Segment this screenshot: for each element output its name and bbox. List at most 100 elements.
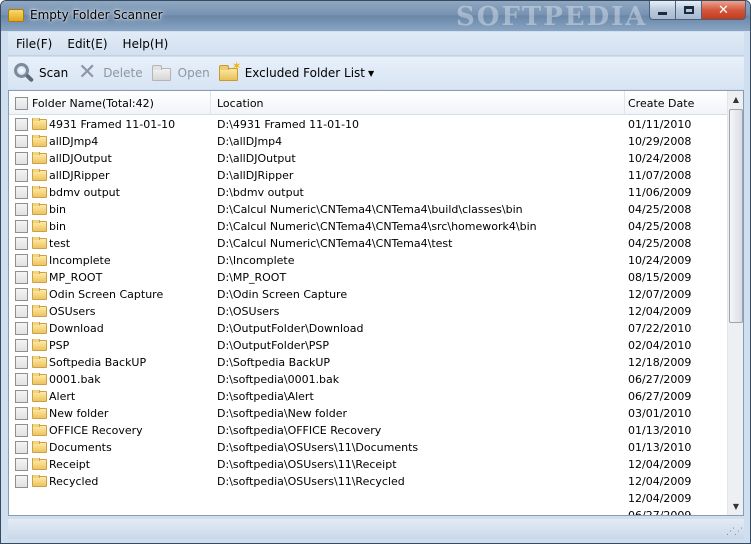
list-item[interactable]: MP_ROOT D:\MP_ROOT 08/15/2009 — [9, 269, 728, 286]
row-checkbox[interactable] — [15, 390, 28, 403]
folder-icon — [32, 237, 47, 249]
list-item[interactable]: 12/04/2009 — [9, 490, 728, 507]
list-item[interactable]: allDJOutput D:\allDJOutput 10/24/2008 — [9, 150, 728, 167]
row-checkbox[interactable] — [15, 373, 28, 386]
location-cell: D:\softpedia\Alert — [217, 390, 314, 403]
row-checkbox[interactable] — [15, 237, 28, 250]
row-checkbox[interactable] — [15, 356, 28, 369]
row-checkbox[interactable] — [15, 118, 28, 131]
minimize-button[interactable] — [649, 1, 676, 20]
list-item[interactable]: OSUsers D:\OSUsers 12/04/2009 — [9, 303, 728, 320]
folder-name-cell: Softpedia BackUP — [9, 356, 211, 369]
date-cell: 01/13/2010 — [628, 424, 692, 437]
list-item[interactable]: Documents D:\softpedia\OSUsers\11\Documen… — [9, 439, 728, 456]
delete-button[interactable]: ✕ Delete — [72, 59, 146, 87]
open-button[interactable]: Open — [147, 59, 214, 87]
folder-name-cell: Documents — [9, 441, 211, 454]
list-item[interactable]: New folder D:\softpedia\New folder 03/01/2… — [9, 405, 728, 422]
maximize-button[interactable] — [676, 1, 702, 20]
folder-icon — [32, 305, 47, 317]
list-item[interactable]: bin D:\Calcul Numeric\CNTema4\CNTema4\src… — [9, 218, 728, 235]
select-all-checkbox[interactable] — [15, 96, 28, 110]
date-cell: 12/07/2009 — [628, 288, 692, 301]
scan-button[interactable]: Scan — [8, 59, 72, 87]
location-cell: D:\Softpedia BackUP — [217, 356, 331, 369]
close-icon: ✕ — [718, 2, 729, 18]
folder-name-cell: allDJOutput — [9, 152, 211, 165]
row-checkbox[interactable] — [15, 288, 28, 301]
row-checkbox[interactable] — [15, 424, 28, 437]
scroll-up-icon[interactable]: ▲ — [728, 91, 743, 108]
title-bar[interactable]: Empty Folder Scanner SOFTPEDIA ✕ — [1, 1, 750, 32]
row-checkbox[interactable] — [15, 186, 28, 199]
list-item[interactable]: bdmv output D:\bdmv output 11/06/2009 — [9, 184, 728, 201]
menu-file[interactable]: File(F) — [8, 37, 59, 51]
folder-app-icon — [8, 9, 24, 22]
list-item[interactable]: 4931 Framed 11-01-10 D:\4931 Framed 11-01… — [9, 116, 728, 133]
scrollbar-thumb[interactable] — [729, 109, 743, 323]
close-button[interactable]: ✕ — [702, 1, 746, 20]
list-item[interactable]: test D:\Calcul Numeric\CNTema4\CNTema4\te… — [9, 235, 728, 252]
folder-name: OFFICE Recovery — [49, 424, 143, 437]
list-item[interactable]: Odin Screen Capture D:\Odin Screen Captur… — [9, 286, 728, 303]
excluded-folder-list-button[interactable]: ✶ Excluded Folder List ▼ — [214, 59, 378, 87]
folder-name-cell: Recycled — [9, 475, 211, 488]
row-checkbox[interactable] — [15, 152, 28, 165]
folder-icon — [32, 135, 47, 147]
folder-icon — [32, 271, 47, 283]
row-checkbox[interactable] — [15, 271, 28, 284]
folder-name-cell: OSUsers — [9, 305, 211, 318]
vertical-scrollbar[interactable]: ▲ ▼ — [727, 91, 743, 515]
menu-edit[interactable]: Edit(E) — [59, 37, 114, 51]
column-header-location[interactable]: Location — [211, 91, 625, 115]
column-date-label: Create Date — [628, 96, 695, 110]
row-checkbox[interactable] — [15, 254, 28, 267]
row-checkbox[interactable] — [15, 220, 28, 233]
resize-grip-icon[interactable]: ⋰⋰ — [726, 527, 743, 537]
scroll-down-icon[interactable]: ▼ — [728, 498, 743, 515]
list-item[interactable]: 0001.bak D:\softpedia\0001.bak 06/27/2009 — [9, 371, 728, 388]
folder-list[interactable]: Folder Name(Total:42) Location Create Da… — [8, 90, 744, 516]
list-item[interactable]: Recycled D:\softpedia\OSUsers\11\Recycled… — [9, 473, 728, 490]
row-checkbox[interactable] — [15, 339, 28, 352]
folder-name-cell: test — [9, 237, 211, 250]
list-item[interactable]: PSP D:\OutputFolder\PSP 02/04/2010 — [9, 337, 728, 354]
row-checkbox[interactable] — [15, 407, 28, 420]
column-name-label: Folder Name(Total:42) — [32, 96, 154, 110]
app-window: Empty Folder Scanner SOFTPEDIA ✕ File(F)… — [0, 0, 751, 544]
row-checkbox[interactable] — [15, 322, 28, 335]
row-checkbox[interactable] — [15, 169, 28, 182]
row-checkbox[interactable] — [15, 441, 28, 454]
row-checkbox[interactable] — [15, 305, 28, 318]
location-cell: D:\4931 Framed 11-01-10 — [217, 118, 360, 131]
column-header-date[interactable]: Create Date — [625, 91, 728, 115]
location-cell: D:\MP_ROOT — [217, 271, 287, 284]
folder-icon — [32, 203, 47, 215]
column-header-name[interactable]: Folder Name(Total:42) — [9, 91, 211, 115]
row-checkbox[interactable] — [15, 135, 28, 148]
menu-help[interactable]: Help(H) — [115, 37, 176, 51]
folder-name: Receipt — [49, 458, 91, 471]
folder-name: bdmv output — [49, 186, 120, 199]
folder-name-cell: allDJmp4 — [9, 135, 211, 148]
status-bar: ⋰⋰ — [8, 519, 744, 539]
list-item[interactable]: Download D:\OutputFolder\Download 07/22/20… — [9, 320, 728, 337]
list-item[interactable]: allDJRipper D:\allDJRipper 11/07/2008 — [9, 167, 728, 184]
list-item[interactable]: Incomplete D:\Incomplete 10/24/2009 — [9, 252, 728, 269]
row-checkbox[interactable] — [15, 203, 28, 216]
list-item[interactable]: OFFICE Recovery D:\softpedia\OFFICE Recov… — [9, 422, 728, 439]
location-cell: D:\softpedia\0001.bak — [217, 373, 340, 386]
row-checkbox[interactable] — [15, 475, 28, 488]
date-cell: 04/25/2008 — [628, 203, 692, 216]
location-cell: D:\softpedia\OFFICE Recovery — [217, 424, 382, 437]
list-item[interactable]: 06/27/2009 — [9, 507, 728, 515]
list-item[interactable]: Softpedia BackUP D:\Softpedia BackUP 12/18… — [9, 354, 728, 371]
list-item[interactable]: bin D:\Calcul Numeric\CNTema4\CNTema4\bui… — [9, 201, 728, 218]
list-item[interactable]: Receipt D:\softpedia\OSUsers\11\Receipt 12… — [9, 456, 728, 473]
location-cell: D:\softpedia\New folder — [217, 407, 347, 420]
row-checkbox[interactable] — [15, 458, 28, 471]
location-cell: D:\OutputFolder\PSP — [217, 339, 330, 352]
list-item[interactable]: Alert D:\softpedia\Alert 06/27/2009 — [9, 388, 728, 405]
location-cell: D:\Odin Screen Capture — [217, 288, 348, 301]
list-item[interactable]: allDJmp4 D:\allDJmp4 10/29/2008 — [9, 133, 728, 150]
